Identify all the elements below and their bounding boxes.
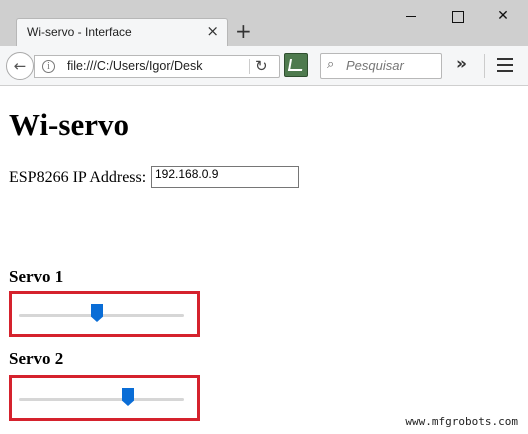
info-icon[interactable]: i	[42, 60, 55, 73]
extension-icon[interactable]	[284, 53, 308, 77]
overflow-menu-button[interactable]: »	[456, 54, 467, 74]
servo-2-highlight-box	[9, 375, 200, 421]
ip-address-label: ESP8266 IP Address:	[9, 169, 147, 186]
minimize-button[interactable]	[388, 3, 434, 29]
servo-1-heading: Servo 1	[9, 267, 64, 286]
servo-2-slider[interactable]	[19, 388, 184, 408]
ip-address-input[interactable]: 192.168.0.9	[151, 166, 299, 188]
new-tab-button[interactable]: +	[235, 20, 252, 42]
reload-icon[interactable]: ↻	[255, 57, 268, 75]
slider-track	[19, 398, 184, 401]
search-bar[interactable]: ⌕ Pesquisar	[320, 53, 442, 79]
toolbar-divider	[484, 54, 485, 78]
url-bar[interactable]: i file:///C:/Users/Igor/Desk ↻	[34, 55, 280, 78]
servo-1-highlight-box	[9, 291, 200, 337]
search-icon: ⌕	[327, 57, 335, 72]
close-icon[interactable]: ×	[206, 22, 219, 40]
maximize-button[interactable]	[434, 3, 480, 29]
url-text[interactable]: file:///C:/Users/Igor/Desk	[67, 59, 247, 73]
back-button[interactable]: ←	[6, 52, 34, 80]
slider-thumb[interactable]	[91, 304, 103, 322]
watermark: www.mfgrobots.com	[405, 415, 518, 428]
browser-tab[interactable]: Wi-servo - Interface ×	[16, 18, 228, 46]
slider-thumb[interactable]	[122, 388, 134, 406]
page-content: Wi-servo ESP8266 IP Address: 192.168.0.9…	[0, 87, 528, 434]
servo-2-heading: Servo 2	[9, 349, 64, 368]
search-placeholder: Pesquisar	[346, 58, 404, 73]
url-divider	[249, 59, 250, 74]
hamburger-menu-icon[interactable]	[497, 58, 513, 72]
navigation-bar: i file:///C:/Users/Igor/Desk ↻ ← ⌕ Pesqu…	[0, 46, 528, 86]
window-close-button[interactable]: ✕	[480, 3, 526, 29]
tab-title: Wi-servo - Interface	[27, 25, 132, 39]
title-bar: Wi-servo - Interface × + ✕	[0, 0, 528, 46]
page-title: Wi-servo	[9, 107, 129, 142]
servo-1-slider[interactable]	[19, 304, 184, 324]
